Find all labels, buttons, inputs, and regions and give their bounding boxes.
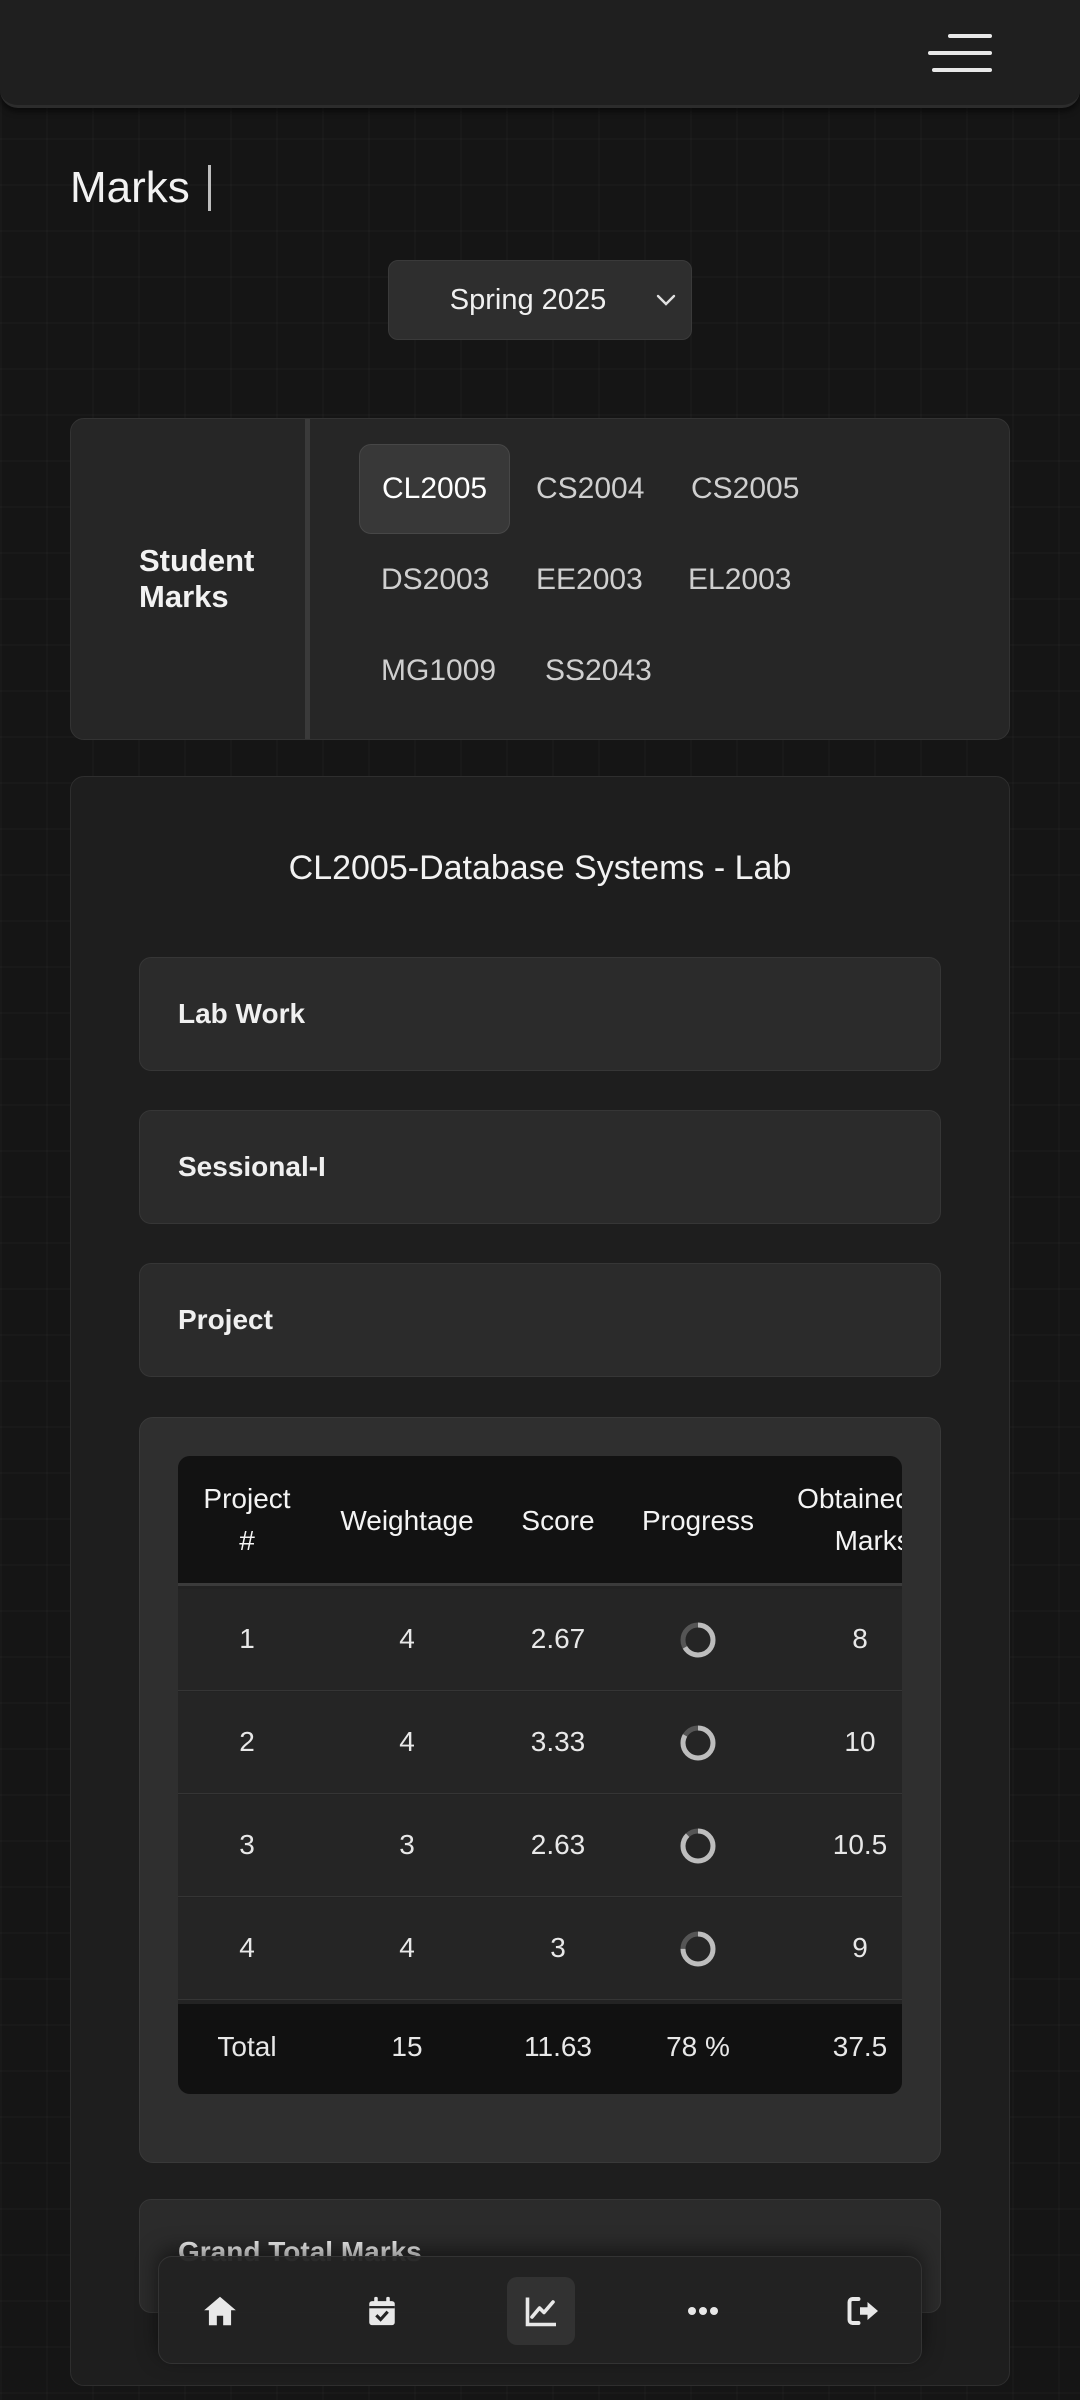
course-tab-ee2003[interactable]: EE2003 xyxy=(514,535,665,625)
progress-ring-icon xyxy=(680,1622,716,1658)
chart-line-icon[interactable] xyxy=(507,2277,575,2345)
table-row: 1 4 2.67 8 xyxy=(178,1589,902,1691)
cell-score: 3.33 xyxy=(530,1726,586,1757)
cell-obtained: 10 xyxy=(844,1726,876,1757)
cell-weightage: 3 xyxy=(399,1829,415,1860)
more-icon[interactable] xyxy=(669,2277,737,2345)
progress-ring-icon xyxy=(680,1828,716,1864)
header-score: Score xyxy=(521,1505,595,1536)
course-tab-ds2003[interactable]: DS2003 xyxy=(359,535,511,625)
project-panel: Project # Weightage Score Progress Obtai… xyxy=(139,1417,941,2163)
total-score: 11.63 xyxy=(524,2031,592,2062)
home-icon[interactable] xyxy=(186,2277,254,2345)
course-tab-el2003[interactable]: EL2003 xyxy=(666,535,813,625)
section-sessional-i[interactable]: Sessional-I xyxy=(139,1110,941,1224)
semester-select[interactable]: Spring 2025 xyxy=(388,260,692,340)
logout-icon[interactable] xyxy=(829,2277,897,2345)
page-title: Marks xyxy=(70,163,190,212)
cell-obtained: 10.5 xyxy=(832,1829,888,1860)
course-tab-mg1009[interactable]: MG1009 xyxy=(359,626,518,716)
cell-obtained: 9 xyxy=(852,1932,868,1963)
total-progress: 78 % xyxy=(666,2031,730,2062)
course-title: CL2005-Database Systems - Lab xyxy=(288,849,792,887)
cell-weightage: 4 xyxy=(399,1623,415,1654)
cell-weightage: 4 xyxy=(399,1932,415,1963)
student-marks-label: Student Marks xyxy=(139,543,255,614)
course-tab-cs2004[interactable]: CS2004 xyxy=(514,444,666,534)
semester-selected-label: Spring 2025 xyxy=(449,283,607,316)
cell-num: 3 xyxy=(239,1829,255,1860)
title-cursor xyxy=(207,165,211,211)
cell-num: 2 xyxy=(239,1726,255,1757)
student-marks-card: Student Marks CL2005 CS2004 CS2005 DS200… xyxy=(70,418,1010,740)
bottom-navigation xyxy=(158,2256,922,2364)
section-project[interactable]: Project xyxy=(139,1263,941,1377)
page-title-wrap: Marks xyxy=(70,160,211,216)
calendar-check-icon[interactable] xyxy=(348,2277,416,2345)
total-obtained: 37.5 xyxy=(832,2031,888,2062)
course-tab-ss2043[interactable]: SS2043 xyxy=(523,626,674,716)
progress-ring-icon xyxy=(680,1931,716,1967)
course-tab-cs2005[interactable]: CS2005 xyxy=(669,444,821,534)
chevron-down-icon xyxy=(656,294,676,306)
cell-weightage: 4 xyxy=(399,1726,415,1757)
card-divider xyxy=(305,419,310,739)
header-obtained-marks: Obtained Marks xyxy=(797,1483,902,1556)
table-row: 2 4 3.33 10 xyxy=(178,1692,902,1794)
project-marks-table: Project # Weightage Score Progress Obtai… xyxy=(178,1456,902,2094)
cell-score: 3 xyxy=(550,1932,566,1963)
table-total-row: Total 15 11.63 78 % 37.5 xyxy=(178,2004,902,2094)
course-detail-card: CL2005-Database Systems - Lab Lab Work S… xyxy=(70,776,1010,2386)
header-progress: Progress xyxy=(641,1505,755,1536)
cell-score: 2.63 xyxy=(530,1829,586,1860)
cell-obtained: 8 xyxy=(852,1623,868,1654)
hamburger-icon[interactable] xyxy=(928,34,992,74)
cell-num: 1 xyxy=(239,1623,255,1654)
progress-ring-icon xyxy=(680,1725,716,1761)
cell-score: 2.67 xyxy=(530,1623,586,1654)
top-app-bar xyxy=(0,0,1080,108)
section-lab-work[interactable]: Lab Work xyxy=(139,957,941,1071)
table-row: 4 4 3 9 xyxy=(178,1898,902,2000)
total-weightage: 15 xyxy=(391,2031,423,2062)
table-row: 3 3 2.63 10.5 xyxy=(178,1795,902,1897)
header-project: Project # xyxy=(203,1483,291,1556)
header-weightage: Weightage xyxy=(340,1505,474,1536)
total-label: Total xyxy=(217,2031,277,2062)
course-tab-cl2005[interactable]: CL2005 xyxy=(359,444,511,534)
table-header: Project # Weightage Score Progress Obtai… xyxy=(178,1456,902,1586)
cell-num: 4 xyxy=(239,1932,255,1963)
